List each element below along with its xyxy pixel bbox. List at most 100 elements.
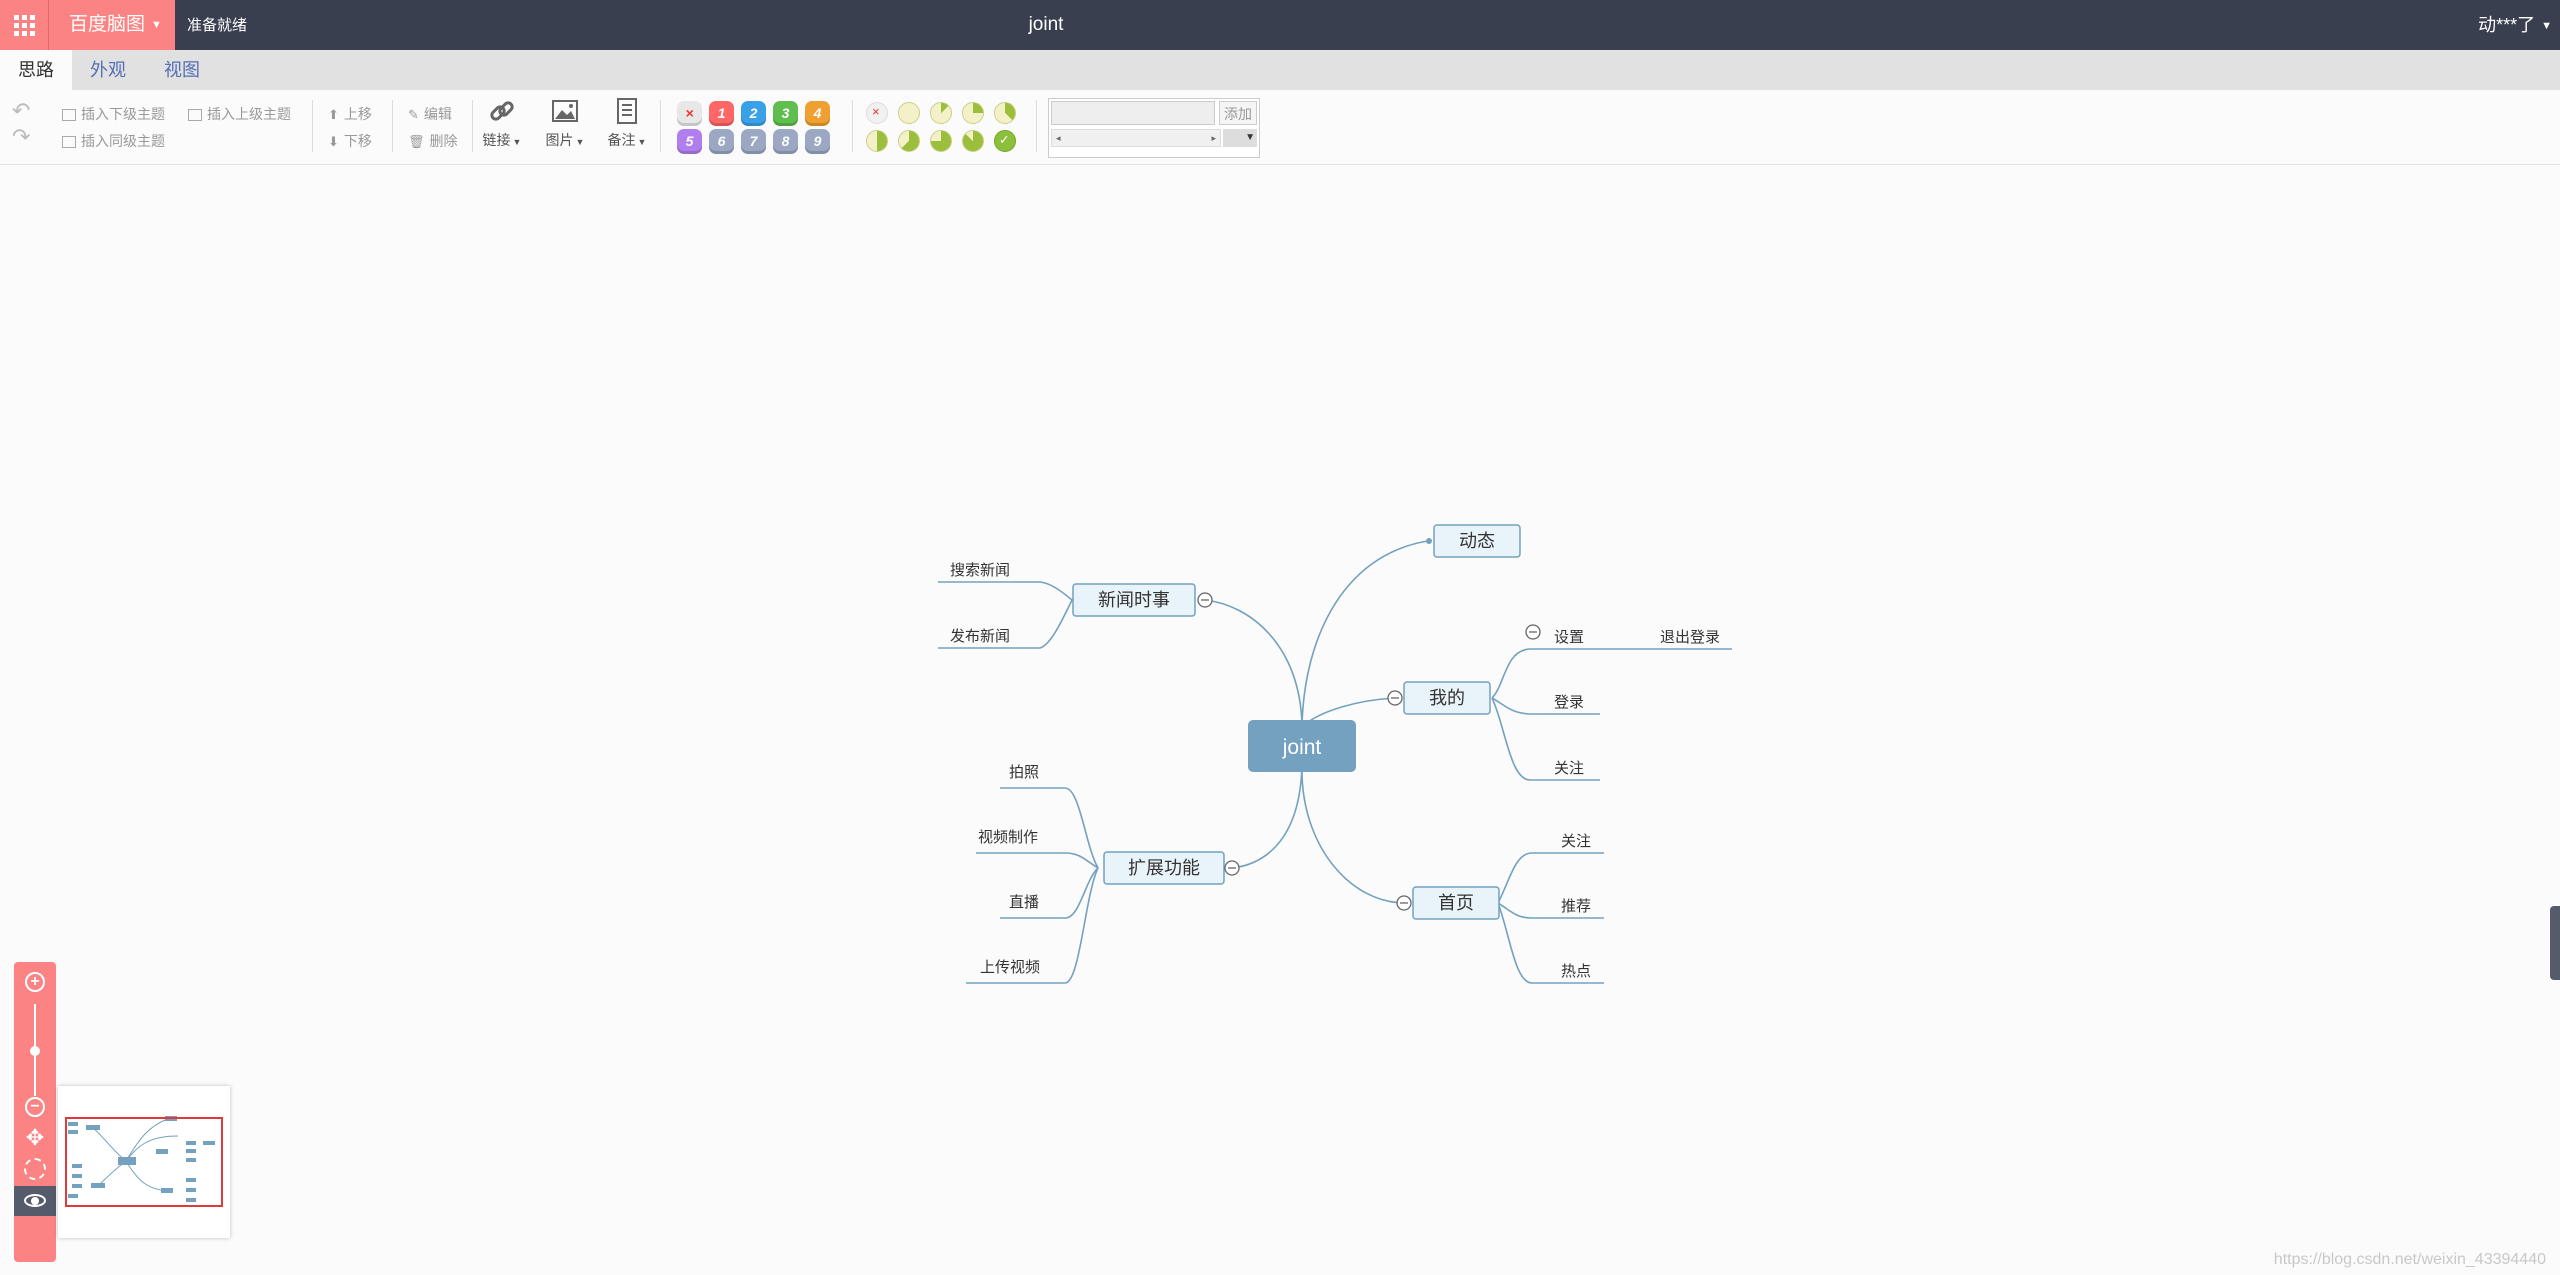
progress-1-icon[interactable] bbox=[930, 102, 952, 124]
resource-input[interactable] bbox=[1051, 101, 1215, 125]
mindmap-connector bbox=[1231, 764, 1303, 869]
priority-7-icon[interactable]: 7 bbox=[741, 129, 766, 154]
progress-done-icon[interactable]: ✓ bbox=[994, 130, 1016, 152]
move-up-button[interactable]: ⬆ 上移 bbox=[328, 104, 372, 124]
leaf-photo[interactable]: 拍照 bbox=[1009, 764, 1039, 781]
locate-root-icon[interactable] bbox=[24, 1158, 46, 1180]
zoom-out-icon[interactable]: − bbox=[25, 1097, 45, 1117]
leaf-login[interactable]: 登录 bbox=[1554, 694, 1584, 711]
zoom-in-icon[interactable]: + bbox=[25, 972, 45, 992]
redo-icon[interactable]: ↷ bbox=[12, 124, 30, 150]
priority-3-icon[interactable]: 3 bbox=[773, 101, 798, 126]
delete-button[interactable]: 🗑 删除 bbox=[408, 131, 458, 151]
progress-5-icon[interactable] bbox=[898, 130, 920, 152]
progress-0-icon[interactable] bbox=[898, 102, 920, 124]
document-title[interactable]: joint bbox=[0, 0, 2092, 50]
resource-add-button[interactable]: 添加 bbox=[1219, 101, 1257, 125]
resource-scrollbar[interactable]: ◂ ▸ bbox=[1051, 129, 1221, 147]
priority-remove-icon[interactable]: × bbox=[677, 101, 702, 126]
root-node[interactable]: joint bbox=[1282, 736, 1322, 759]
side-panel-handle[interactable] bbox=[2550, 906, 2560, 980]
priority-1-icon[interactable]: 1 bbox=[709, 101, 734, 126]
insert-sibling-label: 插入同级主题 bbox=[81, 133, 165, 149]
move-down-label: 下移 bbox=[343, 133, 372, 149]
note-button[interactable]: 备注 ▼ bbox=[603, 90, 651, 150]
link-icon bbox=[478, 96, 526, 130]
image-icon bbox=[541, 96, 589, 130]
resource-dropdown[interactable]: ▼ bbox=[1223, 129, 1257, 147]
user-name: 动***了 bbox=[2478, 15, 2536, 35]
image-label: 图片 bbox=[545, 132, 574, 148]
priority-8-icon[interactable]: 8 bbox=[773, 129, 798, 154]
node-extend[interactable]: 扩展功能 bbox=[1128, 858, 1200, 878]
tab-idea[interactable]: 思路 bbox=[0, 50, 72, 90]
leaf-follow-mine[interactable]: 关注 bbox=[1554, 760, 1584, 777]
leaf-search-news[interactable]: 搜索新闻 bbox=[950, 562, 1010, 579]
priority-5-icon[interactable]: 5 bbox=[677, 129, 702, 154]
tab-appearance[interactable]: 外观 bbox=[72, 50, 144, 90]
delete-label: 删除 bbox=[429, 133, 458, 149]
tab-view[interactable]: 视图 bbox=[146, 50, 218, 90]
toolbar: ↶ ↷ 插入下级主题 插入上级主题 插入同级主题 ⬆ 上移 ⬇ 下移 ✎ 编辑 🗑 删除… bbox=[0, 90, 2560, 165]
priority-6-icon[interactable]: 6 bbox=[709, 129, 734, 154]
image-button[interactable]: 图片 ▼ bbox=[541, 90, 589, 150]
undo-icon[interactable]: ↶ bbox=[12, 98, 30, 124]
leaf-live[interactable]: 直播 bbox=[1009, 894, 1039, 911]
toolbar-divider bbox=[312, 100, 313, 152]
zoom-slider-handle[interactable] bbox=[30, 1046, 40, 1056]
mindmap-connector bbox=[1497, 852, 1604, 904]
mindmap-canvas[interactable]: joint 动态新闻时事我的扩展功能首页 搜索新闻发布新闻 设置 退出登录登录关注 拍照视… bbox=[0, 165, 2560, 1275]
move-down-button[interactable]: ⬇ 下移 bbox=[328, 131, 372, 151]
progress-6-icon[interactable] bbox=[930, 130, 952, 152]
insert-child-button[interactable]: 插入下级主题 bbox=[62, 104, 165, 124]
navigator-preview[interactable] bbox=[58, 1086, 230, 1238]
toolbar-divider bbox=[472, 100, 473, 152]
leaf-video-make[interactable]: 视频制作 bbox=[978, 829, 1038, 846]
edit-button[interactable]: ✎ 编辑 bbox=[408, 104, 452, 124]
watermark: https://blog.csdn.net/weixin_43394440 bbox=[2273, 1251, 2546, 1268]
progress-7-icon[interactable] bbox=[962, 130, 984, 152]
leaf-home-follow[interactable]: 关注 bbox=[1561, 833, 1591, 850]
priority-2-icon[interactable]: 2 bbox=[741, 101, 766, 126]
connector-dot bbox=[1426, 538, 1432, 544]
tab-bar: 思路 外观 视图 bbox=[0, 50, 2560, 90]
arrow-up-icon: ⬆ bbox=[328, 107, 339, 122]
mindmap-connector bbox=[1000, 787, 1099, 869]
edit-label: 编辑 bbox=[423, 106, 452, 122]
node-mine[interactable]: 我的 bbox=[1429, 688, 1465, 708]
mindmap-connector bbox=[938, 581, 1073, 601]
link-label: 链接 bbox=[482, 132, 511, 148]
leaf-upload-video[interactable]: 上传视频 bbox=[980, 959, 1040, 976]
trash-icon: 🗑 bbox=[408, 134, 425, 149]
priority-4-icon[interactable]: 4 bbox=[805, 101, 830, 126]
user-menu-button[interactable]: 动***了 ▼ bbox=[2478, 0, 2552, 51]
progress-4-icon[interactable] bbox=[866, 130, 888, 152]
insert-sibling-button[interactable]: 插入同级主题 bbox=[62, 131, 165, 151]
node-news[interactable]: 新闻时事 bbox=[1098, 590, 1170, 610]
priority-9-icon[interactable]: 9 bbox=[805, 129, 830, 154]
leaf-settings[interactable]: 设置 bbox=[1554, 629, 1584, 646]
link-button[interactable]: 链接 ▼ bbox=[478, 90, 526, 150]
mindmap-connector bbox=[1491, 648, 1732, 699]
node-home[interactable]: 首页 bbox=[1438, 893, 1474, 913]
leaf-hot[interactable]: 热点 bbox=[1561, 963, 1591, 980]
navigator-viewport[interactable] bbox=[65, 1117, 223, 1207]
top-bar: 百度脑图 ▼ 准备就绪 joint 动***了 ▼ bbox=[0, 0, 2560, 50]
toolbar-divider bbox=[392, 100, 393, 152]
toolbar-divider bbox=[852, 100, 853, 152]
note-icon bbox=[603, 96, 651, 130]
toolbar-divider bbox=[1036, 100, 1037, 152]
leaf-logout[interactable]: 退出登录 bbox=[1660, 629, 1720, 646]
leaf-publish-news[interactable]: 发布新闻 bbox=[950, 628, 1010, 645]
insert-parent-button[interactable]: 插入上级主题 bbox=[188, 104, 291, 124]
node-dynamic[interactable]: 动态 bbox=[1459, 531, 1495, 551]
zoom-panel: + − ✥ bbox=[14, 962, 56, 1262]
mindmap-connector bbox=[1204, 599, 1303, 726]
leaf-recommend[interactable]: 推荐 bbox=[1561, 898, 1591, 915]
pan-hand-icon[interactable]: ✥ bbox=[22, 1125, 48, 1151]
progress-2-icon[interactable] bbox=[962, 102, 984, 124]
progress-3-icon[interactable] bbox=[994, 102, 1016, 124]
navigator-toggle-button[interactable] bbox=[14, 1186, 56, 1216]
progress-remove-icon[interactable]: × bbox=[866, 102, 888, 124]
insert-parent-label: 插入上级主题 bbox=[207, 106, 291, 122]
